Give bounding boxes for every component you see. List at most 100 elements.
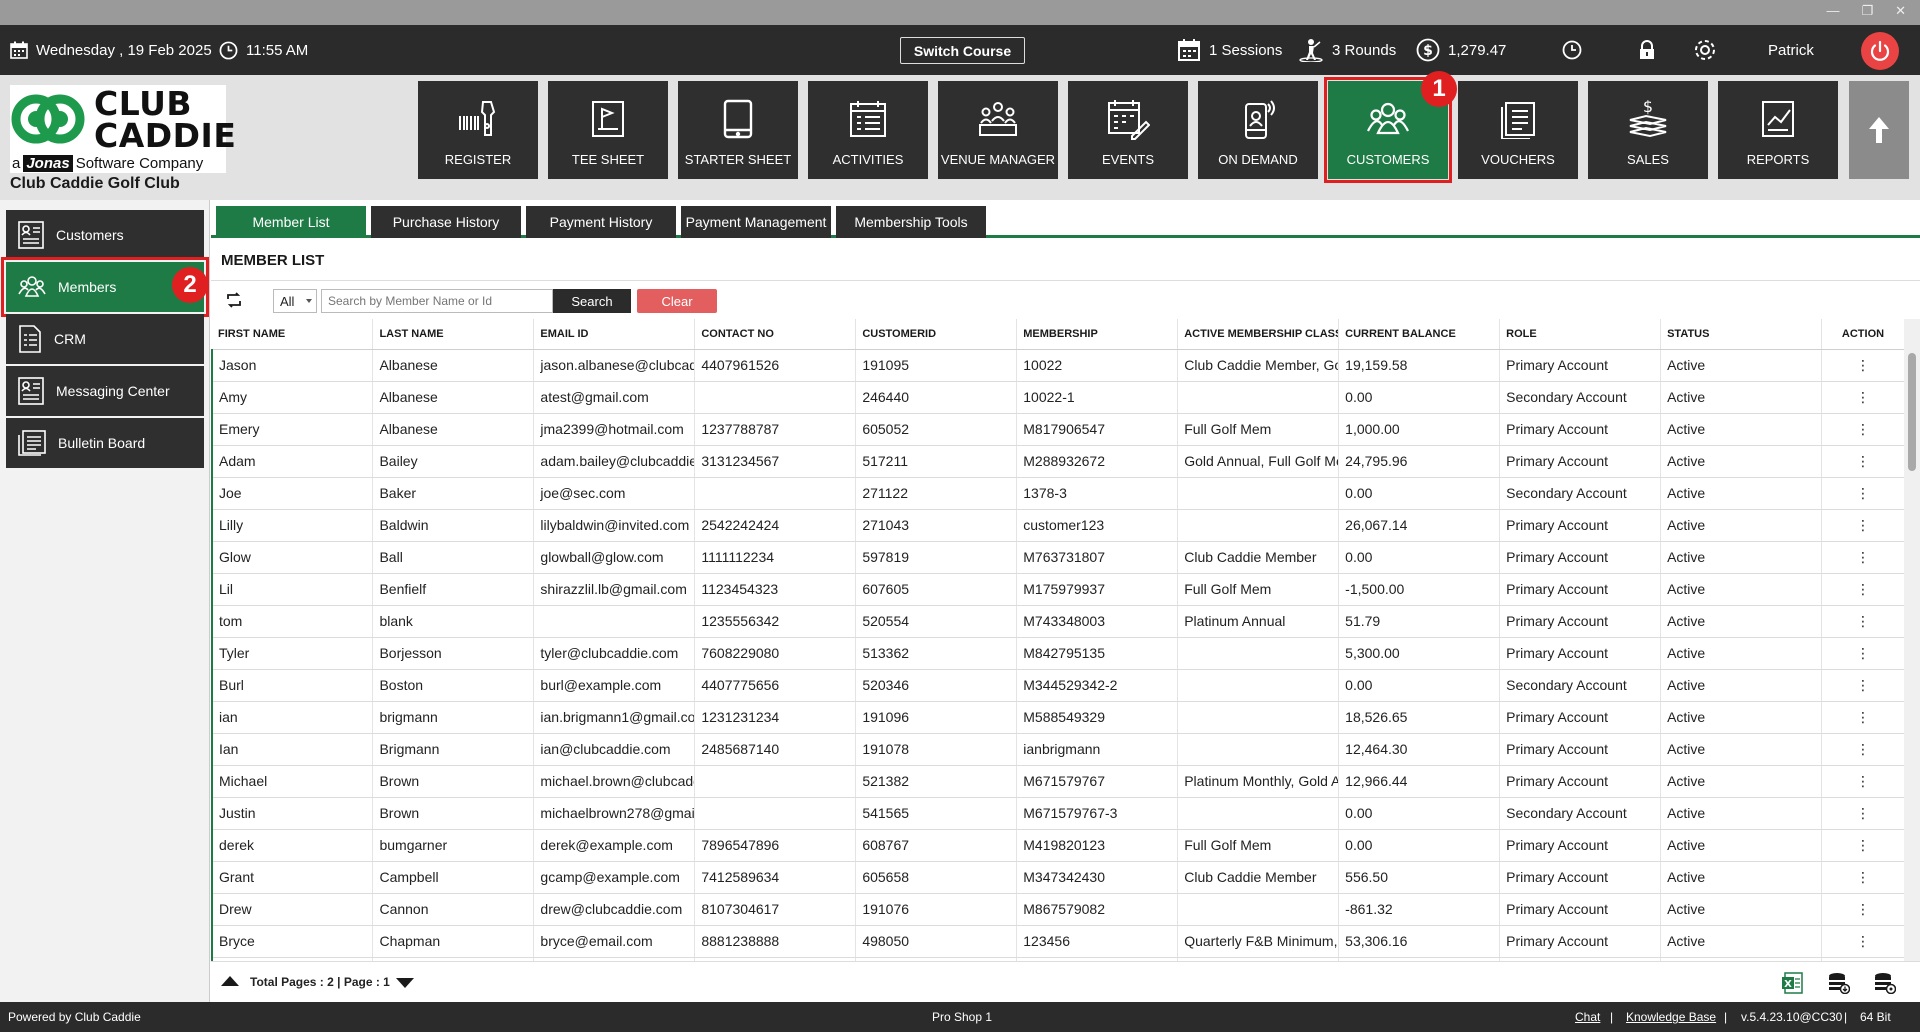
database-settings-icon[interactable] (1874, 972, 1896, 994)
database-export-icon[interactable] (1828, 972, 1850, 994)
row-action-menu-icon[interactable]: ⋮ (1821, 541, 1904, 574)
rounds-indicator[interactable]: 3 Rounds (1298, 25, 1396, 75)
sessions-indicator[interactable]: 1 Sessions (1177, 25, 1282, 75)
cell-active-membership-class (1177, 637, 1340, 670)
collapse-toolbar-button[interactable] (1849, 81, 1909, 179)
table-row[interactable]: Bryce Chapman bryce@email.com 8881238888 498… (211, 925, 1904, 958)
module-activities[interactable]: ACTIVITIES (808, 81, 928, 179)
module-starter-sheet[interactable]: STARTER SHEET (678, 81, 798, 179)
module-on-demand[interactable]: ON DEMAND (1198, 81, 1318, 179)
row-action-menu-icon[interactable]: ⋮ (1821, 605, 1904, 638)
page-down-icon[interactable] (396, 978, 414, 988)
row-action-menu-icon[interactable]: ⋮ (1821, 637, 1904, 670)
module-events[interactable]: EVENTS (1068, 81, 1188, 179)
table-row[interactable]: JasonAlbanesejason.albanese@clubcaddie.c… (211, 349, 1904, 382)
sidebar-item-crm[interactable]: CRM (6, 314, 204, 364)
chat-link[interactable]: Chat (1575, 1010, 1600, 1024)
table-row[interactable]: derek bumgarner derek@example.com 789654789… (211, 829, 1904, 862)
table-row[interactable]: Glow Ball glowball@glow.com 1111112234 59781… (211, 541, 1904, 574)
column-header-role[interactable]: ROLE (1499, 319, 1662, 350)
row-action-menu-icon[interactable]: ⋮ (1821, 765, 1904, 798)
sidebar-item-messaging-center[interactable]: Messaging Center (6, 366, 204, 416)
row-action-menu-icon[interactable]: ⋮ (1821, 509, 1904, 542)
switch-course-button[interactable]: Switch Course (900, 37, 1025, 64)
row-action-menu-icon[interactable]: ⋮ (1821, 925, 1904, 958)
knowledge-base-link[interactable]: Knowledge Base (1626, 1010, 1716, 1024)
row-action-menu-icon[interactable]: ⋮ (1821, 669, 1904, 702)
excel-export-icon[interactable]: X (1781, 972, 1803, 994)
row-action-menu-icon[interactable]: ⋮ (1821, 413, 1904, 446)
row-action-menu-icon[interactable]: ⋮ (1821, 477, 1904, 510)
cell-role: Primary Account (1499, 925, 1662, 958)
row-action-menu-icon[interactable]: ⋮ (1821, 829, 1904, 862)
module-tee-sheet[interactable]: TEE SHEET (548, 81, 668, 179)
module-reports[interactable]: REPORTS (1718, 81, 1838, 179)
table-row[interactable]: Ian Brigmann ian@clubcaddie.com 2485687140 1… (211, 733, 1904, 766)
sidebar-item-customers[interactable]: Customers (6, 210, 204, 260)
table-row[interactable]: Burl Boston burl@example.com 4407775656 5203… (211, 669, 1904, 702)
column-header-active-membership-class[interactable]: ACTIVE MEMBERSHIP CLASSE (1177, 319, 1340, 350)
row-action-menu-icon[interactable]: ⋮ (1821, 349, 1904, 382)
row-action-menu-icon[interactable]: ⋮ (1821, 381, 1904, 414)
module-register[interactable]: REGISTER (418, 81, 538, 179)
balance-indicator[interactable]: $ 1,279.47 (1416, 25, 1506, 75)
vertical-scrollbar[interactable] (1904, 319, 1920, 961)
module-venue-manager[interactable]: VENUE MANAGER (938, 81, 1058, 179)
row-action-menu-icon[interactable]: ⋮ (1821, 573, 1904, 606)
clear-button[interactable]: Clear (637, 289, 717, 313)
page-up-icon[interactable] (221, 976, 239, 986)
scrollbar-thumb[interactable] (1908, 353, 1916, 471)
column-header-status[interactable]: STATUS (1660, 319, 1823, 350)
member-filter-select[interactable]: All (273, 289, 317, 313)
row-action-menu-icon[interactable]: ⋮ (1821, 701, 1904, 734)
table-row[interactable]: Amy Albanese atest@gmail.com 246440 10022-1 0… (211, 381, 1904, 414)
module-vouchers[interactable]: VOUCHERS (1458, 81, 1578, 179)
table-row[interactable]: AdamBaileyadam.bailey@clubcaddie.com3131… (211, 445, 1904, 478)
current-date: Wednesday , 19 Feb 2025 (36, 41, 212, 59)
table-row[interactable]: Lil Benfielf shirazzlil.lb@gmail.com 112345… (211, 573, 1904, 606)
row-action-menu-icon[interactable]: ⋮ (1821, 861, 1904, 894)
table-row[interactable]: JustinBrownmichaelbrown278@gmail.com 5415… (211, 797, 1904, 830)
table-row[interactable]: tom blank 1235556342 520554 M743348003 Platin… (211, 605, 1904, 638)
column-header-contact-no[interactable]: CONTACT NO (694, 319, 857, 350)
table-row[interactable]: Joe Baker joe@sec.com 271122 1378-3 0.00 Secon… (211, 477, 1904, 510)
tab-payment-history[interactable]: Payment History (526, 206, 676, 238)
logout-button[interactable] (1861, 32, 1899, 70)
table-row[interactable]: Tyler Borjesson tyler@clubcaddie.com 760822… (211, 637, 1904, 670)
module-sales[interactable]: $ SALES (1588, 81, 1708, 179)
column-header-email[interactable]: EMAIL ID (533, 319, 696, 350)
row-action-menu-icon[interactable]: ⋮ (1821, 733, 1904, 766)
restore-icon[interactable]: ❐ (1861, 3, 1873, 19)
member-search-input[interactable] (321, 289, 553, 313)
table-row[interactable]: Emery Albanese jma2399@hotmail.com 12377887… (211, 413, 1904, 446)
column-header-customer-id[interactable]: CUSTOMERID (855, 319, 1018, 350)
column-header-last-name[interactable]: LAST NAME (372, 319, 535, 350)
sidebar-item-bulletin-board[interactable]: Bulletin Board (6, 418, 204, 468)
minimize-icon[interactable]: — (1826, 3, 1839, 19)
row-action-menu-icon[interactable]: ⋮ (1821, 797, 1904, 830)
tab-payment-management[interactable]: Payment Management (681, 206, 831, 238)
user-name[interactable]: Patrick (1768, 42, 1814, 59)
search-button[interactable]: Search (553, 289, 631, 313)
table-row[interactable]: ian brigmann ian.brigmann1@gmail.com 123123… (211, 701, 1904, 734)
table-row[interactable]: Drew Cannon drew@clubcaddie.com 8107304617 1… (211, 893, 1904, 926)
table-row[interactable]: MichaelBrownmichael.brown@clubcaddie.com… (211, 765, 1904, 798)
tab-purchase-history[interactable]: Purchase History (371, 206, 521, 238)
module-label: TEE SHEET (571, 152, 645, 167)
cell-last-name: Boston (372, 669, 535, 702)
row-action-menu-icon[interactable]: ⋮ (1821, 445, 1904, 478)
row-action-menu-icon[interactable]: ⋮ (1821, 893, 1904, 926)
gear-icon[interactable] (1692, 37, 1718, 63)
table-row[interactable]: Grant Campbell gcamp@example.com 7412589634… (211, 861, 1904, 894)
column-header-action[interactable]: ACTION (1821, 319, 1904, 350)
close-icon[interactable]: ✕ (1895, 3, 1906, 19)
history-clock-icon[interactable] (1562, 40, 1582, 60)
table-row[interactable]: Lilly Baldwin lilybaldwin@invited.com 25422… (211, 509, 1904, 542)
tab-membership-tools[interactable]: Membership Tools (836, 206, 986, 238)
tab-member-list[interactable]: Member List (216, 206, 366, 238)
column-header-current-balance[interactable]: CURRENT BALANCE (1338, 319, 1501, 350)
column-header-membership[interactable]: MEMBERSHIP (1016, 319, 1179, 350)
column-header-first-name[interactable]: FIRST NAME (212, 319, 374, 350)
lock-icon[interactable] (1638, 40, 1656, 60)
refresh-icon[interactable] (225, 291, 243, 309)
